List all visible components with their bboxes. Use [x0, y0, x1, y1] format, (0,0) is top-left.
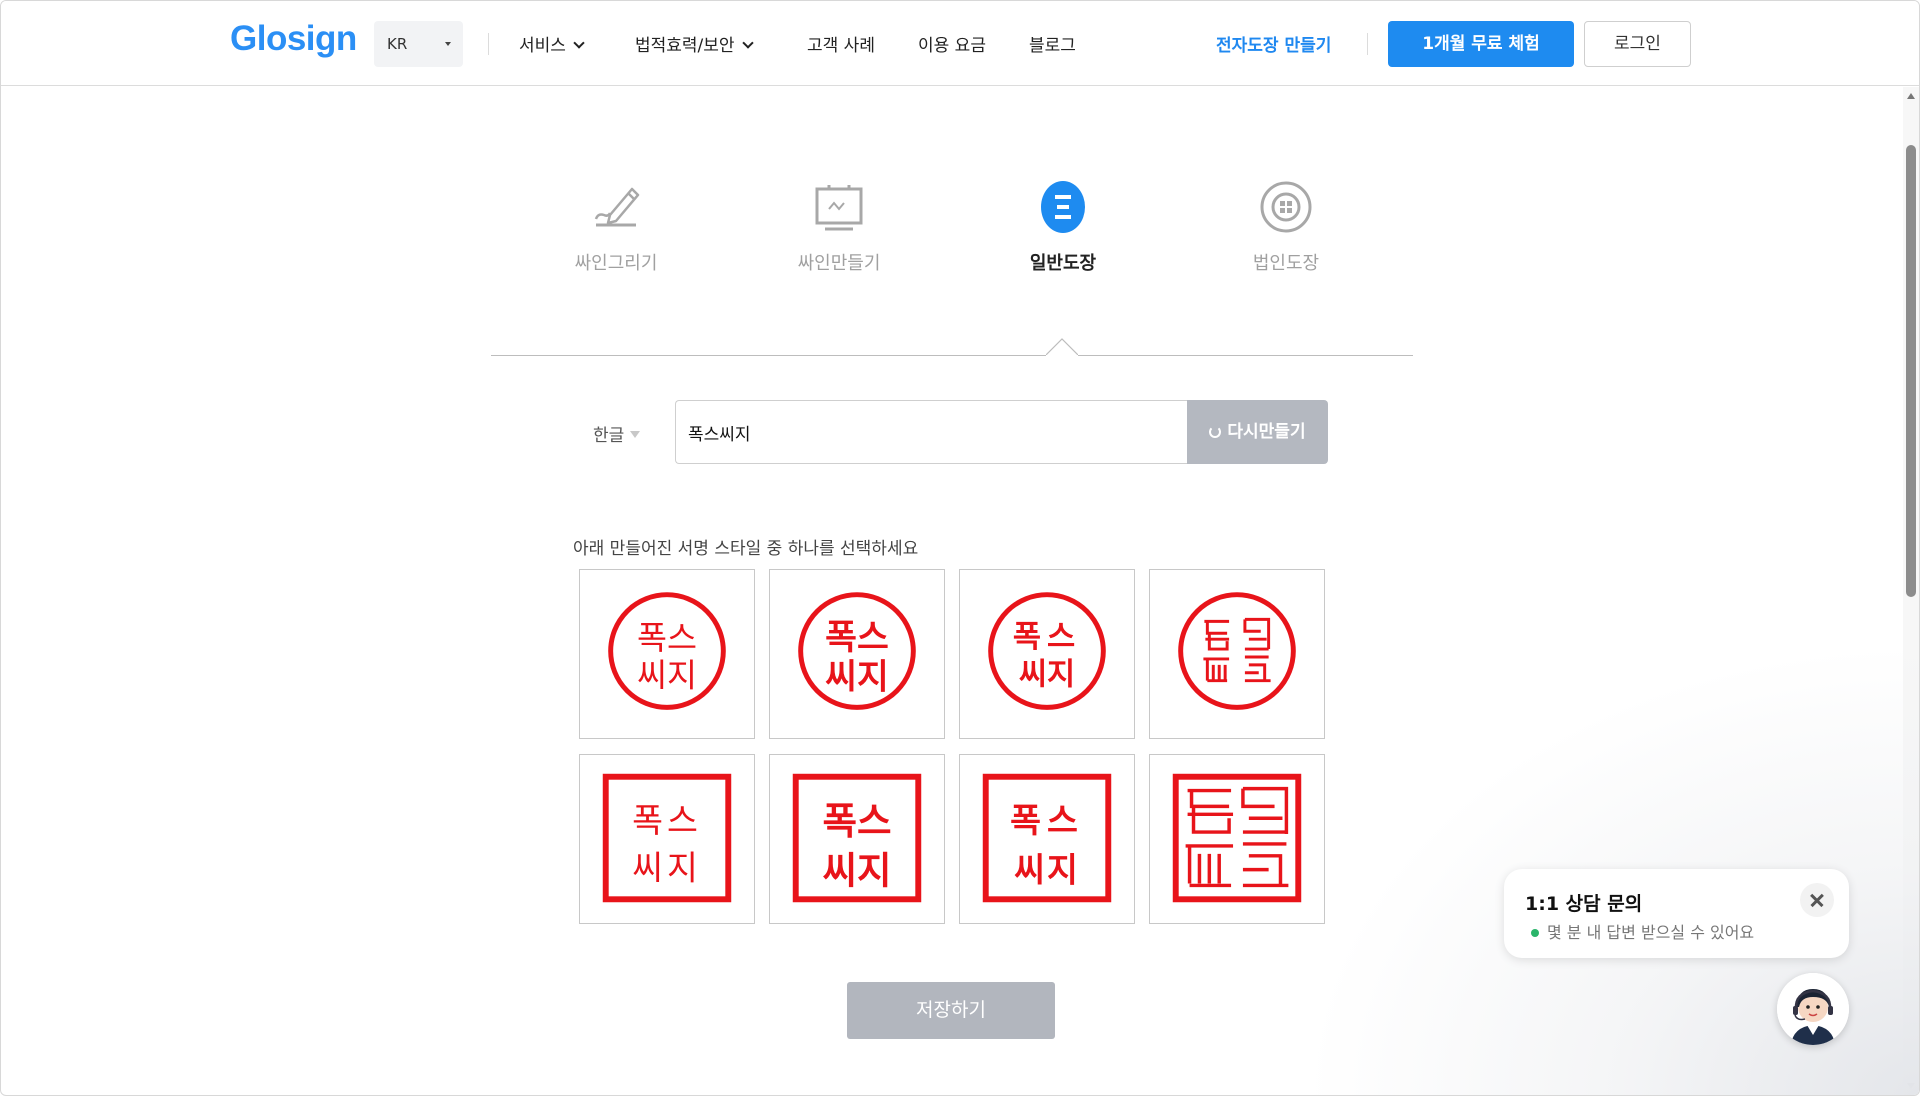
stamp-option[interactable] — [1149, 754, 1325, 924]
stamp-option[interactable]: 폭스 씨지 — [959, 754, 1135, 924]
stamp-name-input[interactable] — [675, 400, 1188, 464]
stamp-option[interactable]: 폭스 씨지 — [959, 569, 1135, 739]
active-tab-indicator — [1046, 338, 1078, 357]
nav-pricing[interactable]: 이용 요금 — [918, 31, 986, 56]
free-trial-button[interactable]: 1개월 무료 체험 — [1388, 21, 1574, 67]
stamp-text-line1: 폭스 — [1010, 800, 1084, 840]
stamp-text-line2: 씨지 — [822, 848, 891, 892]
glosign-logo[interactable]: Glosign — [230, 19, 357, 59]
stamp-option[interactable] — [1149, 569, 1325, 739]
close-icon[interactable] — [1800, 883, 1834, 917]
nav-services-label: 서비스 — [519, 36, 566, 56]
top-header: Glosign KR 서비스 법적효력/보안 고객 사례 이용 요금 블로그 전… — [1, 1, 1919, 86]
chat-bubble[interactable]: 1:1 상담 문의 몇 분 내 답변 받으실 수 있어요 — [1504, 869, 1849, 958]
script-language-value: 한글 — [593, 426, 625, 446]
tab-label: 싸인그리기 — [574, 253, 658, 274]
refresh-icon — [1209, 426, 1222, 438]
stamp-text-line2: 씨지 — [1014, 849, 1080, 889]
chevron-down-icon — [573, 37, 585, 49]
monitor-signature-icon — [811, 179, 867, 235]
stamp-text-line1: 폭스 — [1013, 619, 1081, 655]
caret-down-icon — [630, 431, 641, 438]
nav-services[interactable]: 서비스 — [519, 31, 585, 56]
stamp-text-line2: 씨지 — [825, 658, 889, 698]
corporate-seal-icon — [1258, 179, 1314, 235]
pen-drawing-icon — [588, 179, 644, 235]
agent-avatar-icon — [1777, 973, 1849, 1045]
stamp-text-line1: 폭스 — [637, 619, 697, 657]
stamp-icon — [1035, 179, 1091, 235]
online-status-icon — [1531, 929, 1539, 937]
tab-label: 법인도장 — [1252, 253, 1320, 274]
chat-subtitle: 몇 분 내 답변 받으실 수 있어요 — [1531, 919, 1754, 943]
chevron-down-icon — [741, 37, 754, 49]
login-button[interactable]: 로그인 — [1584, 21, 1691, 67]
stamp-option[interactable]: 폭스 씨지 — [769, 754, 945, 924]
language-select[interactable]: KR — [374, 21, 463, 67]
nav-customer-cases[interactable]: 고객 사례 — [807, 31, 875, 56]
scroll-up-icon[interactable] — [1907, 93, 1915, 99]
tab-corporate-stamp[interactable]: 법인도장 — [1211, 179, 1361, 275]
chat-subtitle-text: 몇 분 내 답변 받으실 수 있어요 — [1547, 923, 1755, 942]
nav-legal-security[interactable]: 법적효력/보안 — [635, 31, 754, 56]
scrollbar-thumb[interactable] — [1906, 145, 1916, 597]
regenerate-button[interactable]: 다시만들기 — [1187, 400, 1328, 464]
script-language-select[interactable]: 한글 — [593, 421, 641, 446]
make-e-stamp-link[interactable]: 전자도장 만들기 — [1216, 31, 1331, 56]
nav-legal-label: 법적효력/보안 — [635, 36, 735, 56]
seal-script-square — [1172, 773, 1302, 903]
style-instruction: 아래 만들어진 서명 스타일 중 하나를 선택하세요 — [573, 539, 919, 559]
chat-title: 1:1 상담 문의 — [1525, 893, 1643, 915]
stamp-option[interactable]: 폭스 씨지 — [579, 754, 755, 924]
tab-label: 싸인만들기 — [797, 253, 881, 274]
tab-divider — [491, 355, 1413, 356]
caret-down-icon — [445, 42, 451, 46]
tab-draw-signature[interactable]: 싸인그리기 — [541, 179, 691, 275]
header-divider — [488, 33, 489, 55]
stamp-text-line2: 씨지 — [1019, 657, 1075, 693]
save-button[interactable]: 저장하기 — [847, 982, 1055, 1039]
stamp-text-line1: 폭스 — [825, 618, 889, 658]
header-divider — [1367, 33, 1368, 55]
support-agent-avatar[interactable] — [1777, 973, 1849, 1045]
tab-make-signature[interactable]: 싸인만들기 — [764, 179, 914, 275]
regenerate-label: 다시만들기 — [1227, 422, 1306, 442]
stamp-option[interactable]: 폭스 씨지 — [579, 569, 755, 739]
language-value: KR — [387, 35, 408, 53]
stamp-text-line2: 씨지 — [637, 657, 697, 695]
browser-frame: Glosign KR 서비스 법적효력/보안 고객 사례 이용 요금 블로그 전… — [0, 0, 1920, 1096]
seal-script-circle — [1178, 592, 1296, 710]
nav-blog[interactable]: 블로그 — [1029, 31, 1076, 56]
tab-label: 일반도장 — [1029, 253, 1097, 274]
stamp-option[interactable]: 폭스 씨지 — [769, 569, 945, 739]
tab-general-stamp[interactable]: 일반도장 — [988, 179, 1138, 275]
stamp-text-line1: 폭스 — [632, 801, 702, 840]
stamp-text-line1: 폭스 — [822, 799, 891, 843]
stamp-text-line2: 씨지 — [632, 849, 702, 888]
